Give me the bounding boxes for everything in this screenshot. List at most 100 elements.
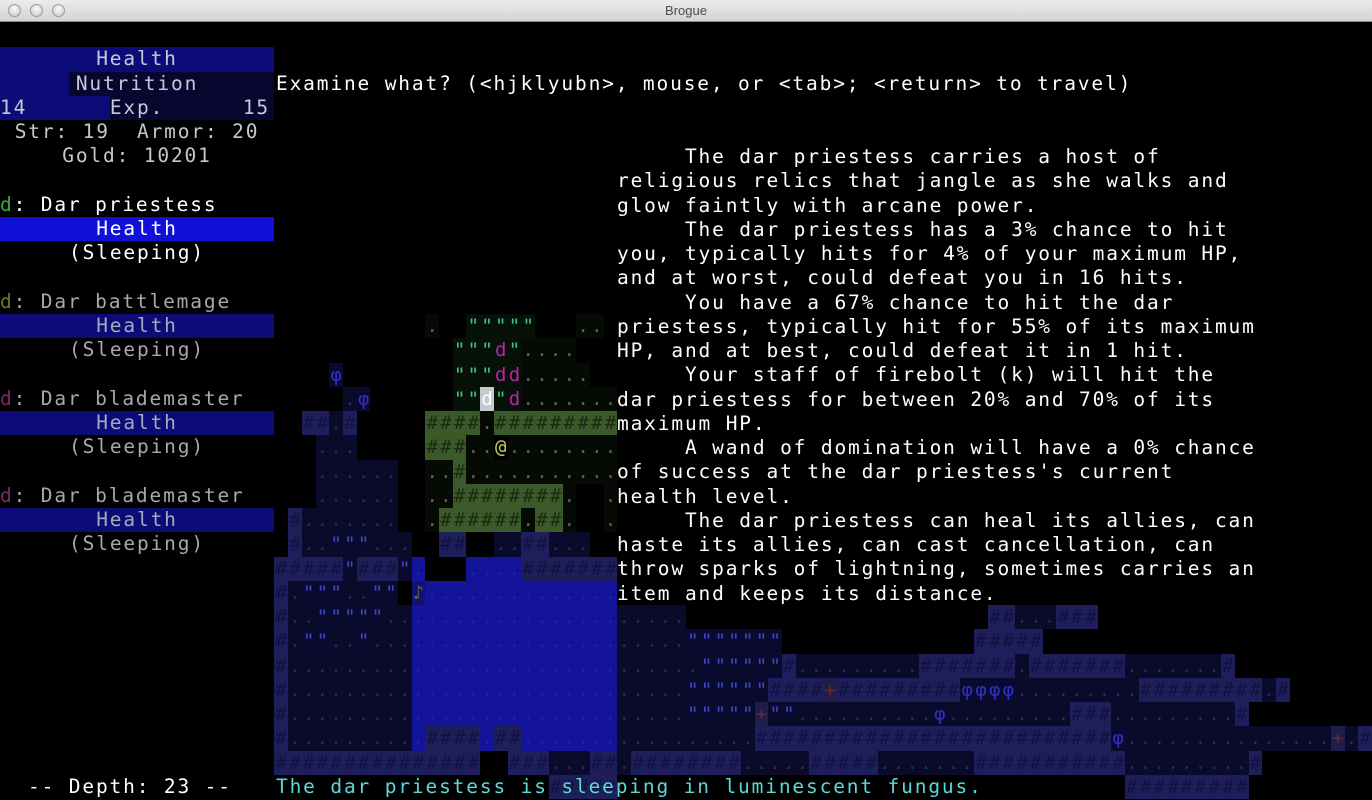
map-wall-tile[interactable]: #: [1234, 677, 1249, 702]
map-floor-tile[interactable]: .: [1193, 702, 1208, 727]
map-fungus-tile[interactable]: φ: [974, 677, 988, 702]
map-water-tile[interactable]: .: [603, 702, 618, 727]
map-floor-tile[interactable]: .: [425, 508, 440, 533]
map-grass-tile[interactable]: ": [686, 677, 700, 702]
map-floor-tile[interactable]: .: [370, 483, 385, 508]
map-floor-tile[interactable]: .: [740, 726, 755, 751]
map-floor-tile[interactable]: .: [576, 314, 590, 339]
map-floor-tile[interactable]: .: [631, 702, 645, 727]
map-wall-tile[interactable]: #: [535, 508, 549, 533]
map-fungus-tile[interactable]: φ: [329, 362, 343, 387]
map-wall-tile[interactable]: #: [823, 726, 837, 751]
map-water-tile[interactable]: .: [466, 556, 481, 581]
map-floor-tile[interactable]: .: [562, 532, 577, 557]
map-floor-tile[interactable]: .: [329, 459, 343, 484]
map-floor-tile[interactable]: .: [329, 702, 343, 727]
map-floor-tile[interactable]: .: [603, 508, 618, 533]
map-grass-tile[interactable]: ": [343, 556, 357, 581]
map-floor-tile[interactable]: .: [1138, 702, 1153, 727]
map-wall-tile[interactable]: #: [452, 508, 467, 533]
map-floor-tile[interactable]: .: [631, 605, 645, 630]
map-wall-tile[interactable]: #: [343, 750, 357, 775]
map-floor-tile[interactable]: .: [548, 362, 563, 387]
map-floor-tile[interactable]: .: [384, 459, 398, 484]
map-grass-tile[interactable]: ": [370, 580, 385, 605]
map-wall-tile[interactable]: #: [919, 726, 933, 751]
map-floor-tile[interactable]: .: [891, 702, 906, 727]
map-wall-tile[interactable]: #: [1070, 702, 1084, 727]
map-floor-tile[interactable]: .: [946, 702, 961, 727]
map-water-tile[interactable]: .: [576, 605, 590, 630]
map-floor-tile[interactable]: .: [425, 483, 440, 508]
map-floor-tile[interactable]: .: [439, 483, 453, 508]
map-grass-tile[interactable]: ": [452, 338, 467, 363]
map-wall-tile[interactable]: #: [1221, 677, 1235, 702]
map-wall-tile[interactable]: #: [535, 411, 549, 436]
map-floor-tile[interactable]: .: [507, 459, 522, 484]
map-water-tile[interactable]: .: [535, 605, 549, 630]
map-wall-tile[interactable]: #: [686, 750, 700, 775]
map-floor-tile[interactable]: .: [329, 726, 343, 751]
map-water-tile[interactable]: .: [548, 702, 563, 727]
map-grass-tile[interactable]: ": [686, 629, 700, 654]
map-floor-tile[interactable]: .: [507, 532, 522, 557]
map-wall-tile[interactable]: #: [535, 532, 549, 557]
map-wall-tile[interactable]: #: [878, 677, 892, 702]
map-floor-tile[interactable]: .: [397, 532, 412, 557]
map-wall-tile[interactable]: #: [1042, 653, 1057, 678]
map-wall-tile[interactable]: #: [507, 726, 522, 751]
map-grass-tile[interactable]: ": [699, 629, 714, 654]
map-floor-tile[interactable]: .: [1152, 702, 1167, 727]
map-floor-tile[interactable]: .: [576, 459, 590, 484]
map-wall-tile[interactable]: #: [1056, 605, 1071, 630]
map-floor-tile[interactable]: .: [288, 702, 302, 727]
map-water-tile[interactable]: .: [452, 629, 467, 654]
map-floor-tile[interactable]: .: [329, 629, 343, 654]
map-wall-tile[interactable]: #: [1015, 750, 1029, 775]
map-floor-tile[interactable]: .: [850, 653, 865, 678]
music-note-icon[interactable]: ♪: [411, 580, 426, 605]
map-floor-tile[interactable]: .: [864, 702, 879, 727]
map-wall-tile[interactable]: #: [1001, 605, 1016, 630]
map-floor-tile[interactable]: .: [1125, 702, 1139, 727]
map-floor-tile[interactable]: .: [562, 459, 577, 484]
map-grass-tile[interactable]: ": [754, 677, 769, 702]
map-floor-tile[interactable]: .: [1262, 726, 1276, 751]
map-wall-tile[interactable]: #: [864, 726, 879, 751]
map-water-tile[interactable]: .: [452, 605, 467, 630]
map-floor-tile[interactable]: .: [329, 435, 343, 460]
map-wall-tile[interactable]: #: [1152, 677, 1167, 702]
map-water-tile[interactable]: .: [589, 726, 604, 751]
map-floor-tile[interactable]: .: [617, 702, 632, 727]
map-water-tile[interactable]: .: [589, 605, 604, 630]
map-wall-tile[interactable]: #: [1125, 774, 1139, 799]
map-wall-tile[interactable]: #: [452, 483, 467, 508]
map-floor-tile[interactable]: .: [397, 629, 412, 654]
map-floor-tile[interactable]: .: [343, 508, 357, 533]
map-wall-tile[interactable]: #: [329, 750, 343, 775]
map-wall-tile[interactable]: #: [439, 532, 453, 557]
map-floor-tile[interactable]: .: [644, 677, 659, 702]
map-wall-tile[interactable]: #: [274, 750, 289, 775]
map-wall-tile[interactable]: #: [562, 556, 577, 581]
map-floor-tile[interactable]: .: [356, 726, 371, 751]
map-grass-tile[interactable]: ": [713, 702, 728, 727]
map-water-tile[interactable]: .: [466, 629, 481, 654]
map-floor-tile[interactable]: .: [466, 435, 481, 460]
map-wall-tile[interactable]: #: [960, 653, 975, 678]
map-wall-tile[interactable]: #: [1275, 677, 1290, 702]
player-entry[interactable]: @: You, Level 14: [0, 23, 272, 70]
map-water-tile[interactable]: .: [480, 629, 494, 654]
map-floor-tile[interactable]: .: [589, 459, 604, 484]
map-floor-tile[interactable]: .: [617, 677, 632, 702]
map-wall-tile[interactable]: #: [370, 556, 385, 581]
map-floor-tile[interactable]: .: [521, 362, 536, 387]
map-water-tile[interactable]: .: [562, 580, 577, 605]
map-water-tile[interactable]: .: [466, 677, 481, 702]
sidebar-monster-entry[interactable]: d: Dar blademaster: [0, 387, 245, 411]
map-wall-tile[interactable]: #: [452, 411, 467, 436]
map-floor-tile[interactable]: .: [343, 580, 357, 605]
map-wall-tile[interactable]: #: [1001, 726, 1016, 751]
map-water-tile[interactable]: .: [480, 726, 494, 751]
map-floor-tile[interactable]: .: [548, 386, 563, 411]
